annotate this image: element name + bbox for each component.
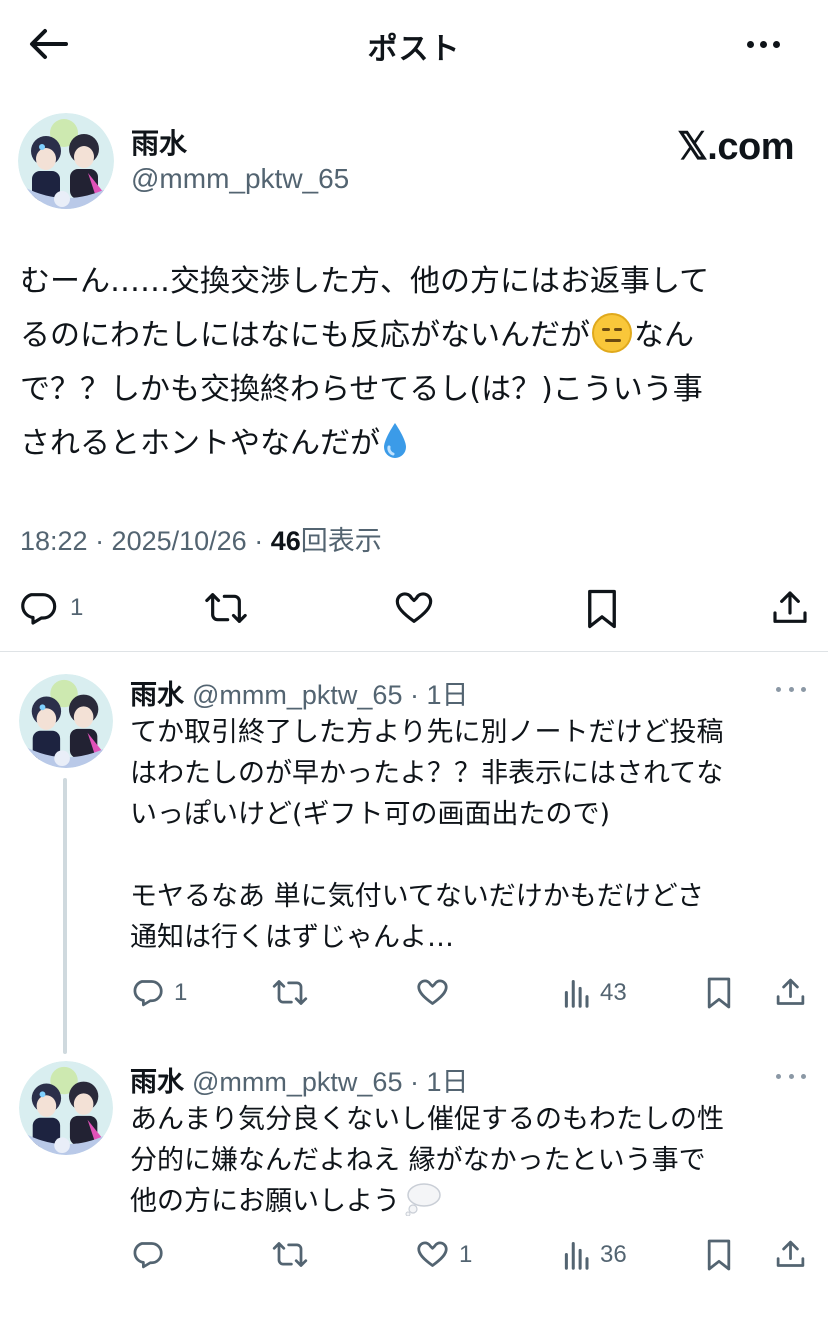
bookmark-icon xyxy=(707,1239,731,1271)
like-button[interactable] xyxy=(416,976,449,1009)
post-text-segment: されるとホントやなんだが xyxy=(20,426,380,461)
more-icon-dot xyxy=(772,40,780,48)
post-text-segment: るのにわたしにはなにも反応がないんだが xyxy=(20,318,590,353)
reply-count: 1 xyxy=(174,978,188,1006)
reply-text-line: はわたしのが早かったよ？？非表示にはされてな xyxy=(130,758,724,789)
like-icon xyxy=(395,592,433,623)
reply-more-button[interactable] xyxy=(776,684,806,694)
reply-text-segment: 他の方にお願いしよう xyxy=(130,1186,400,1217)
share-icon xyxy=(773,591,807,623)
more-options-button[interactable] xyxy=(738,26,788,62)
page-title: ポスト xyxy=(367,32,461,67)
thought-balloon-emoji xyxy=(404,1182,442,1216)
views-button[interactable]: 43 xyxy=(562,976,627,1009)
reply-icon xyxy=(133,1242,163,1269)
post-text-segment: なん xyxy=(634,318,694,353)
retweet-button[interactable] xyxy=(272,976,308,1009)
reply-more-button[interactable] xyxy=(776,1071,806,1081)
author-name[interactable]: 雨水 xyxy=(131,122,187,162)
divider xyxy=(0,651,828,652)
reply-text-line: てか取引終了した方より先に別ノートだけど投稿 xyxy=(130,717,724,748)
views-count: 46 xyxy=(270,526,301,556)
more-icon-dot xyxy=(801,1073,806,1079)
share-icon xyxy=(776,1240,805,1267)
post-text-line: るのにわたしにはなにも反応がないんだが なん xyxy=(20,309,800,363)
views-count: 43 xyxy=(600,978,627,1006)
reply-header: 雨水 @mmm_pktw_65 · 1日 xyxy=(130,673,468,712)
reply-avatar[interactable] xyxy=(19,674,113,768)
reply-text: てか取引終了した方より先に別ノートだけど投稿 はわたしのが早かったよ？？非表示に… xyxy=(130,712,810,958)
retweet-icon xyxy=(272,1242,308,1267)
reply-author-name[interactable]: 雨水 xyxy=(130,680,184,711)
bookmark-button[interactable] xyxy=(584,588,620,630)
post-text: むーん……交換交渉した方、他の方にはお返事して るのにわたしにはなにも反応がない… xyxy=(20,255,800,471)
post-meta: 18:22 · 2025/10/26 · 46回表示 xyxy=(20,519,382,558)
watermark-logo: 𝕏.com xyxy=(677,126,794,168)
more-icon-dot xyxy=(788,1073,794,1079)
droplet-emoji xyxy=(382,421,408,461)
post-timestamp[interactable]: 18:22 · 2025/10/26 · xyxy=(20,526,271,556)
like-icon xyxy=(417,1241,448,1267)
views-label: 回表示 xyxy=(300,526,382,556)
more-icon-dot xyxy=(801,686,806,692)
bookmark-button[interactable] xyxy=(705,1238,733,1272)
reply-text-line: 分的に嫌なんだよねえ 縁がなかったという事で xyxy=(130,1145,706,1176)
reply-actions: 1 43 xyxy=(0,974,828,1024)
reply-text-line: モヤるなあ 単に気付いてないだけかもだけどさ xyxy=(130,881,704,912)
more-icon xyxy=(776,686,781,692)
post-actions: 1 xyxy=(0,584,828,634)
retweet-icon xyxy=(272,980,308,1005)
reply-icon xyxy=(133,980,163,1007)
like-button[interactable] xyxy=(394,588,434,628)
like-icon xyxy=(417,979,448,1005)
reply-text-line: 通知は行くはずじゃんよ… xyxy=(130,922,454,953)
views-button[interactable]: 36 xyxy=(562,1238,627,1271)
bookmark-button[interactable] xyxy=(705,976,733,1010)
views-count: 36 xyxy=(600,1240,627,1268)
avatar-image xyxy=(19,674,113,768)
like-button[interactable]: 1 xyxy=(416,1238,472,1271)
reply-actions: 1 36 xyxy=(0,1236,828,1286)
avatar[interactable] xyxy=(18,113,114,209)
reply-text-line: いっぽいけど(ギフト可の画面出たので) xyxy=(130,799,611,830)
share-button[interactable] xyxy=(770,588,810,628)
reply-handle-time[interactable]: @mmm_pktw_65 · 1日 xyxy=(192,680,468,710)
reply-text-line: あんまり気分良くないし催促するのもわたしの性 xyxy=(130,1104,724,1135)
top-bar: ポスト xyxy=(0,0,828,88)
reply-avatar[interactable] xyxy=(19,1061,113,1155)
retweet-button[interactable] xyxy=(272,1238,308,1271)
views-icon xyxy=(564,1241,589,1270)
reply-icon xyxy=(21,593,57,625)
author-handle[interactable]: @mmm_pktw_65 xyxy=(131,163,349,195)
reply-text-line xyxy=(130,835,810,876)
avatar-image xyxy=(19,1061,113,1155)
post-text-line: されるとホントやなんだが xyxy=(20,417,800,471)
post-text-line: むーん……交換交渉した方、他の方にはお返事して xyxy=(20,264,710,299)
reply-button[interactable]: 1 xyxy=(131,976,187,1009)
reply-text: あんまり気分良くないし催促するのもわたしの性 分的に嫌なんだよねえ 縁がなかった… xyxy=(130,1099,810,1222)
views-icon xyxy=(564,979,589,1008)
reply-button[interactable] xyxy=(131,1238,164,1271)
like-count: 1 xyxy=(459,1240,473,1268)
more-icon-dot xyxy=(759,40,767,48)
bookmark-icon xyxy=(707,977,731,1009)
avatar-image xyxy=(18,113,114,209)
reply-button[interactable]: 1 xyxy=(18,588,83,628)
expressionless-face-emoji xyxy=(592,313,632,353)
post-text-line: で？？しかも交換終わらせてるし(は？)こういう事 xyxy=(20,372,703,407)
reply-handle-time[interactable]: @mmm_pktw_65 · 1日 xyxy=(192,1067,468,1097)
more-icon xyxy=(776,1073,781,1079)
retweet-button[interactable] xyxy=(204,588,248,628)
share-button[interactable] xyxy=(774,1238,807,1271)
bookmark-icon xyxy=(588,589,616,629)
reply-count: 1 xyxy=(70,594,84,621)
more-icon xyxy=(746,40,754,48)
retweet-icon xyxy=(205,593,247,623)
reply-author-name[interactable]: 雨水 xyxy=(130,1067,184,1098)
share-icon xyxy=(776,978,805,1005)
reply-text-line: 他の方にお願いしよう xyxy=(130,1181,810,1222)
more-icon-dot xyxy=(788,686,794,692)
share-button[interactable] xyxy=(774,976,807,1009)
reply-header: 雨水 @mmm_pktw_65 · 1日 xyxy=(130,1060,468,1099)
